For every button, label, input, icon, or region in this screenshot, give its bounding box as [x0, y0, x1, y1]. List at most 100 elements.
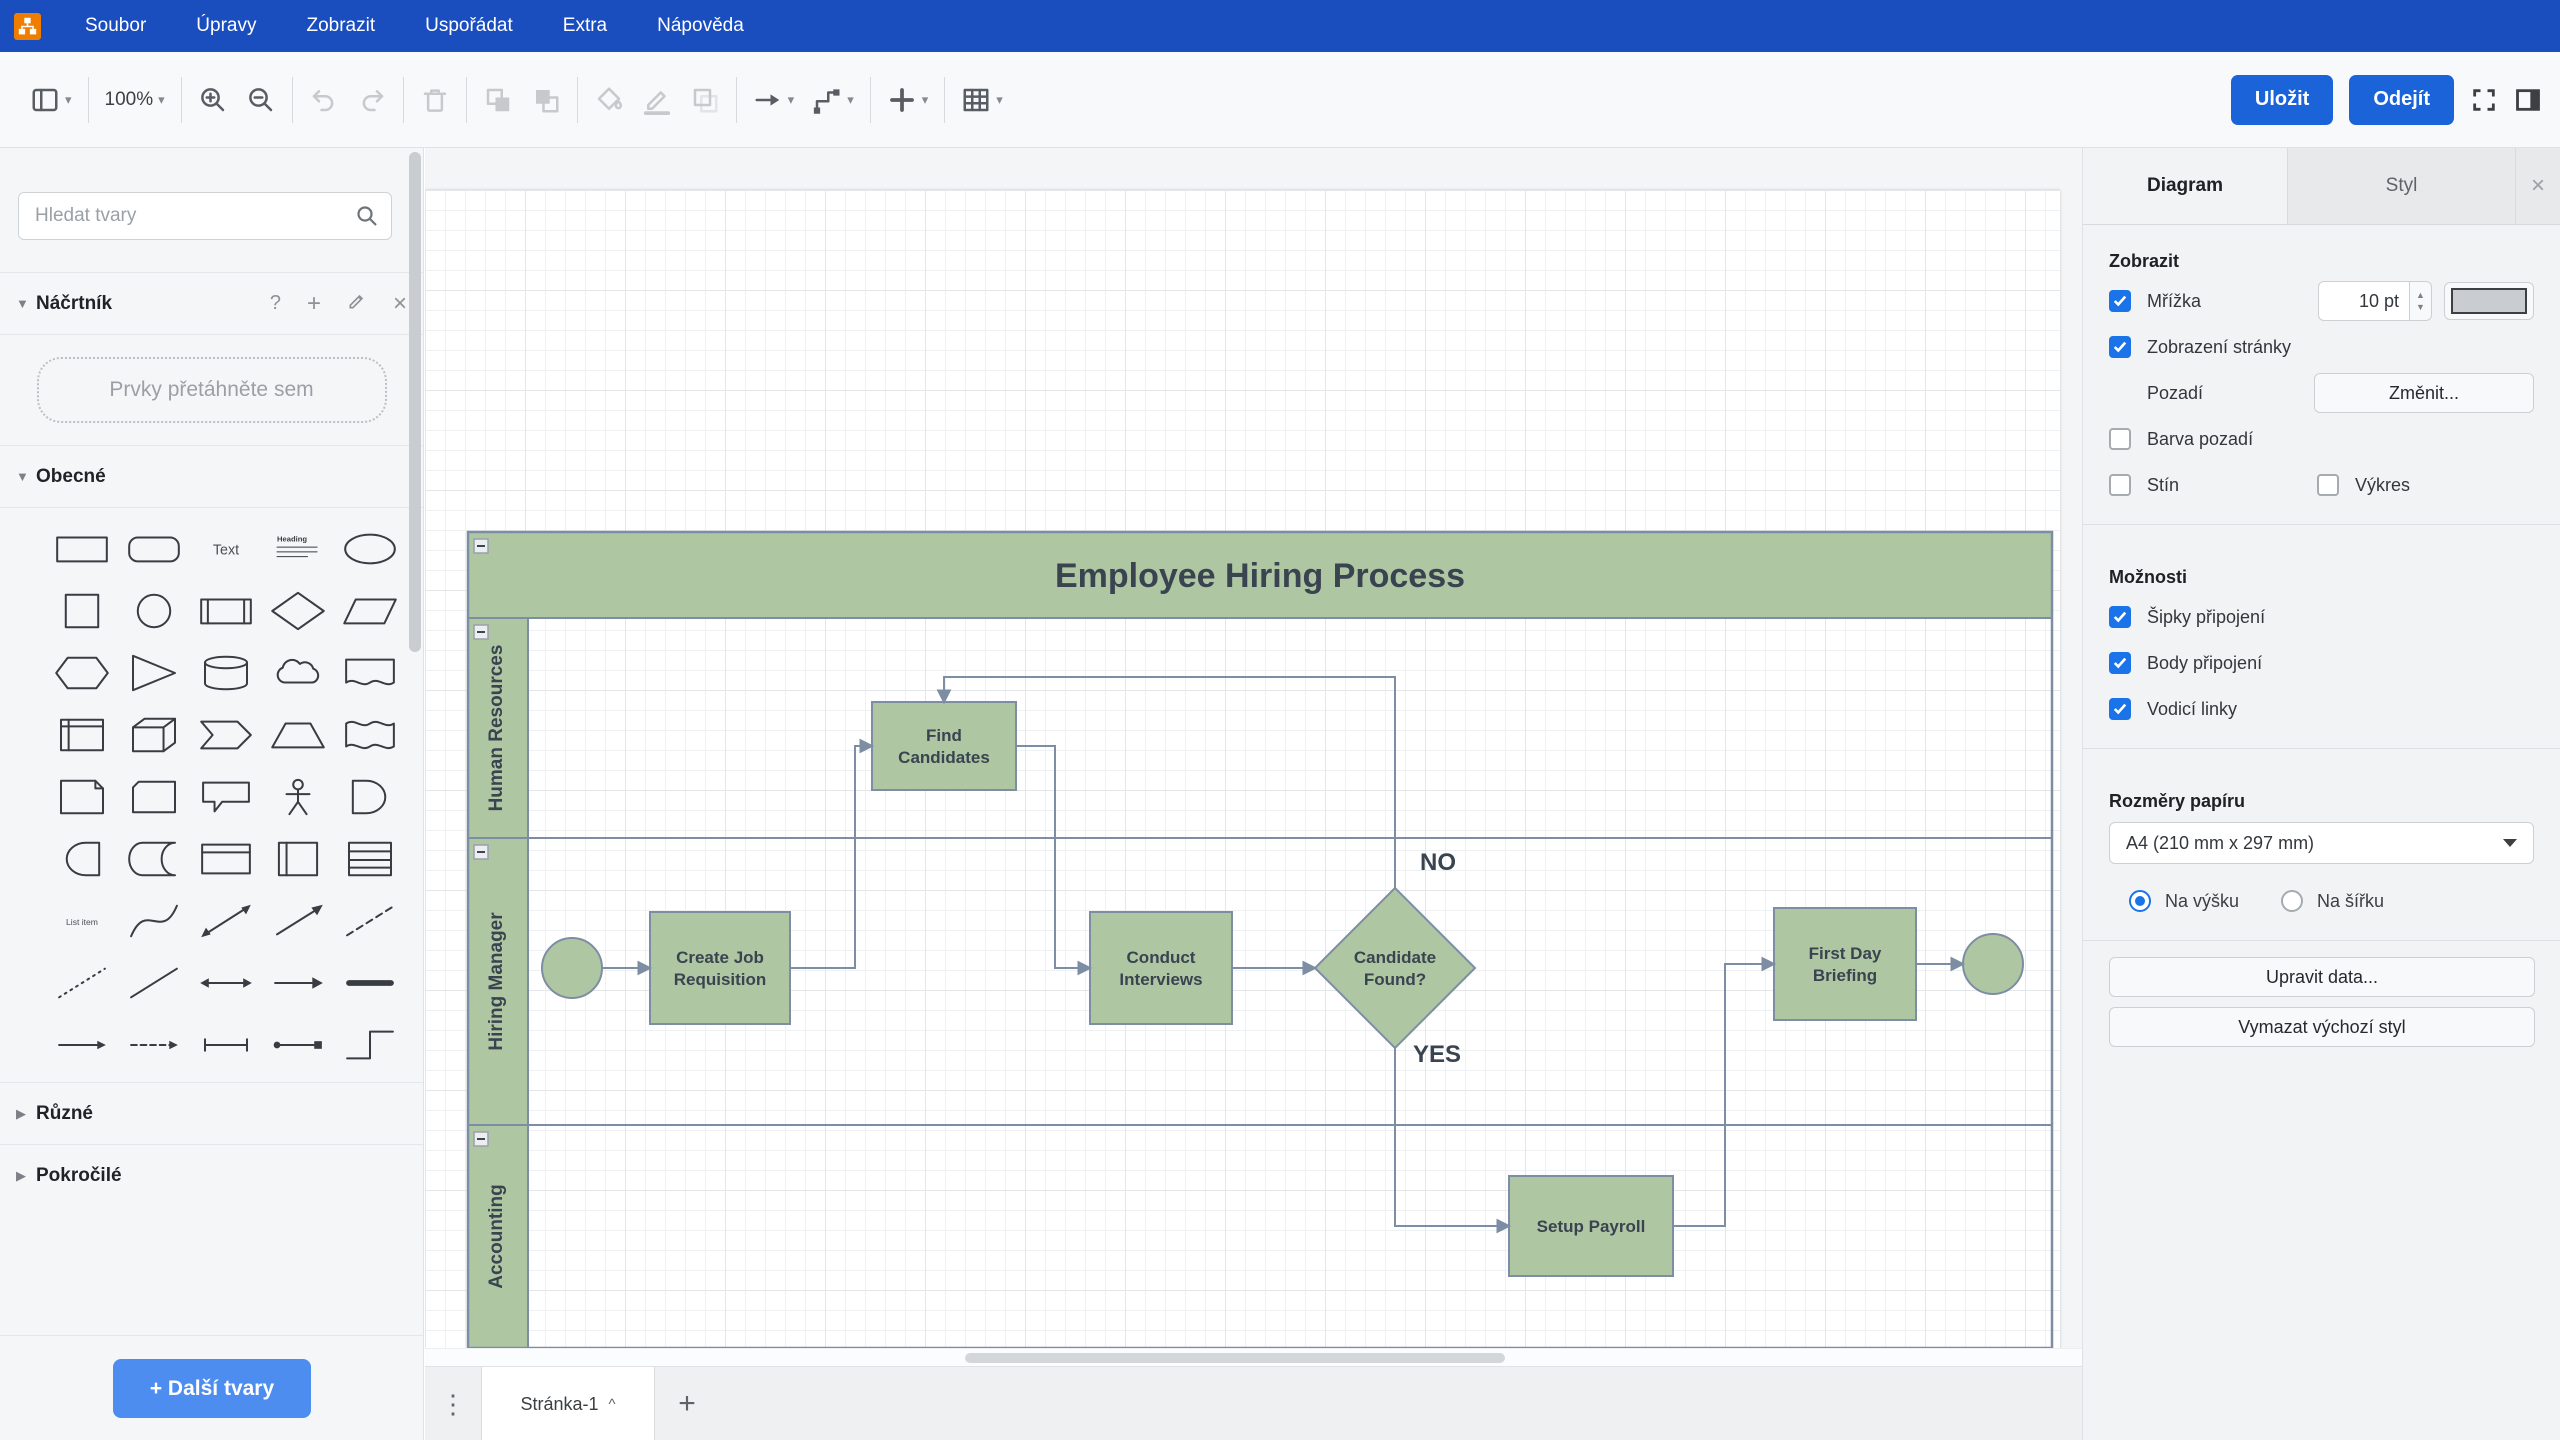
shape-horizontal-arrow[interactable]	[46, 1014, 118, 1076]
node-create-job-requisition[interactable]	[650, 912, 790, 1024]
diagram[interactable]: Employee Hiring ProcessHuman ResourcesHi…	[425, 148, 2082, 1366]
shape-rectangle[interactable]	[46, 518, 118, 580]
advanced-section-header[interactable]: ▶ Pokročilé	[0, 1144, 423, 1206]
search-input[interactable]	[19, 205, 355, 227]
shape-tape[interactable]	[334, 704, 406, 766]
view-button[interactable]: ▾	[24, 79, 78, 121]
shape-directional-arrow[interactable]	[262, 952, 334, 1014]
shape-dotted-line[interactable]	[46, 952, 118, 1014]
shape-elbow-connector[interactable]	[334, 1014, 406, 1076]
connection-arrows-checkbox[interactable]	[2109, 606, 2131, 628]
guides-checkbox[interactable]	[2109, 698, 2131, 720]
shape-internal-storage[interactable]	[46, 704, 118, 766]
shape-list-item[interactable]: List item	[46, 890, 118, 952]
shape-and[interactable]	[46, 828, 118, 890]
shape-card[interactable]	[118, 766, 190, 828]
general-section-header[interactable]: ▼ Obecné	[0, 445, 423, 507]
scratchpad-add-icon[interactable]: +	[307, 290, 321, 318]
shape-connector-endpoints[interactable]	[262, 1014, 334, 1076]
table-button[interactable]: ▾	[955, 79, 1009, 121]
shape-line[interactable]	[118, 952, 190, 1014]
shape-arrow[interactable]	[262, 890, 334, 952]
shape-circle[interactable]	[118, 580, 190, 642]
fullscreen-icon[interactable]	[2470, 86, 2498, 114]
node-start[interactable]	[542, 938, 602, 998]
clear-default-style-button[interactable]: Vymazat výchozí styl	[2109, 1007, 2535, 1047]
grid-size-input[interactable]: 10 pt	[2318, 281, 2410, 321]
paper-size-select[interactable]: A4 (210 mm x 297 mm)	[2109, 822, 2534, 864]
tab-diagram[interactable]: Diagram	[2083, 148, 2287, 224]
shape-curve[interactable]	[118, 890, 190, 952]
menu-soubor[interactable]: Soubor	[85, 15, 146, 37]
node-candidate-found[interactable]	[1315, 888, 1475, 1048]
change-background-button[interactable]: Změnit...	[2314, 373, 2534, 413]
add-page-button[interactable]: +	[655, 1367, 719, 1440]
node-end[interactable]	[1963, 934, 2023, 994]
shape-note[interactable]	[46, 766, 118, 828]
format-panel-toggle-icon[interactable]	[2514, 86, 2542, 114]
shape-textbox[interactable]: Heading	[262, 518, 334, 580]
shape-trapezoid[interactable]	[262, 704, 334, 766]
shape-hexagon[interactable]	[46, 642, 118, 704]
shape-diamond[interactable]	[262, 580, 334, 642]
save-button[interactable]: Uložit	[2231, 75, 2333, 125]
scratchpad-close-icon[interactable]: ×	[393, 290, 407, 318]
shape-text[interactable]: Text	[190, 518, 262, 580]
shape-square[interactable]	[46, 580, 118, 642]
shape-container[interactable]	[190, 828, 262, 890]
node-first-day-briefing[interactable]	[1774, 908, 1916, 1020]
shape-cylinder[interactable]	[190, 642, 262, 704]
insert-button[interactable]: ▾	[881, 79, 935, 121]
shape-process[interactable]	[190, 580, 262, 642]
menu-upravy[interactable]: Úpravy	[196, 15, 256, 37]
page-view-checkbox[interactable]	[2109, 336, 2131, 358]
shape-triangle[interactable]	[118, 642, 190, 704]
shape-actor[interactable]	[262, 766, 334, 828]
connection-points-checkbox[interactable]	[2109, 652, 2131, 674]
zoom-out-button[interactable]	[240, 79, 282, 121]
close-icon[interactable]: ×	[2515, 148, 2560, 224]
scratchpad-section-header[interactable]: ▼ Náčrtník ? + ×	[0, 272, 423, 334]
grid-checkbox[interactable]	[2109, 290, 2131, 312]
shape-parallelogram[interactable]	[334, 580, 406, 642]
pages-menu-icon[interactable]: ⋮	[425, 1367, 481, 1440]
shape-double-arrow[interactable]	[190, 952, 262, 1014]
grid-size-stepper[interactable]: ▲▼	[2410, 281, 2432, 321]
shape-cloud[interactable]	[262, 642, 334, 704]
bg-color-checkbox[interactable]	[2109, 428, 2131, 450]
shape-vertical-container[interactable]	[262, 828, 334, 890]
edit-data-button[interactable]: Upravit data...	[2109, 957, 2535, 997]
shape-dashed-line[interactable]	[334, 890, 406, 952]
misc-section-header[interactable]: ▶ Různé	[0, 1082, 423, 1144]
menu-extra[interactable]: Extra	[563, 15, 607, 37]
sidebar-scrollbar[interactable]	[409, 152, 421, 652]
shape-dashed-horizontal-arrow[interactable]	[118, 1014, 190, 1076]
shape-document[interactable]	[334, 642, 406, 704]
menu-usporadat[interactable]: Uspořádat	[425, 15, 513, 37]
landscape-radio[interactable]	[2281, 890, 2303, 912]
shape-cube[interactable]	[118, 704, 190, 766]
shadow-checkbox[interactable]	[2109, 474, 2131, 496]
zoom-in-button[interactable]	[192, 79, 234, 121]
shape-list[interactable]	[334, 828, 406, 890]
shape-data-storage[interactable]	[118, 828, 190, 890]
menu-napoveda[interactable]: Nápověda	[657, 15, 744, 37]
grid-color-button[interactable]	[2444, 282, 2534, 320]
scratchpad-help-icon[interactable]: ?	[270, 292, 281, 315]
shape-or[interactable]	[334, 766, 406, 828]
shape-link-edge[interactable]	[190, 1014, 262, 1076]
node-find-candidates[interactable]	[872, 702, 1016, 790]
zoom-select[interactable]: 100%▾	[99, 83, 171, 117]
shape-search[interactable]	[18, 192, 392, 240]
exit-button[interactable]: Odejít	[2349, 75, 2454, 125]
scratchpad-dropzone[interactable]: Prvky přetáhněte sem	[37, 357, 387, 423]
horizontal-scrollbar[interactable]	[965, 1353, 1505, 1363]
page-tab[interactable]: Stránka-1 ^	[481, 1367, 655, 1440]
shape-bidirectional-arrow[interactable]	[190, 890, 262, 952]
node-conduct-interviews[interactable]	[1090, 912, 1232, 1024]
shape-ellipse[interactable]	[334, 518, 406, 580]
shape-step[interactable]	[190, 704, 262, 766]
waypoints-button[interactable]: ▾	[806, 79, 860, 121]
menu-zobrazit[interactable]: Zobrazit	[306, 15, 375, 37]
shape-bold-line[interactable]	[334, 952, 406, 1014]
